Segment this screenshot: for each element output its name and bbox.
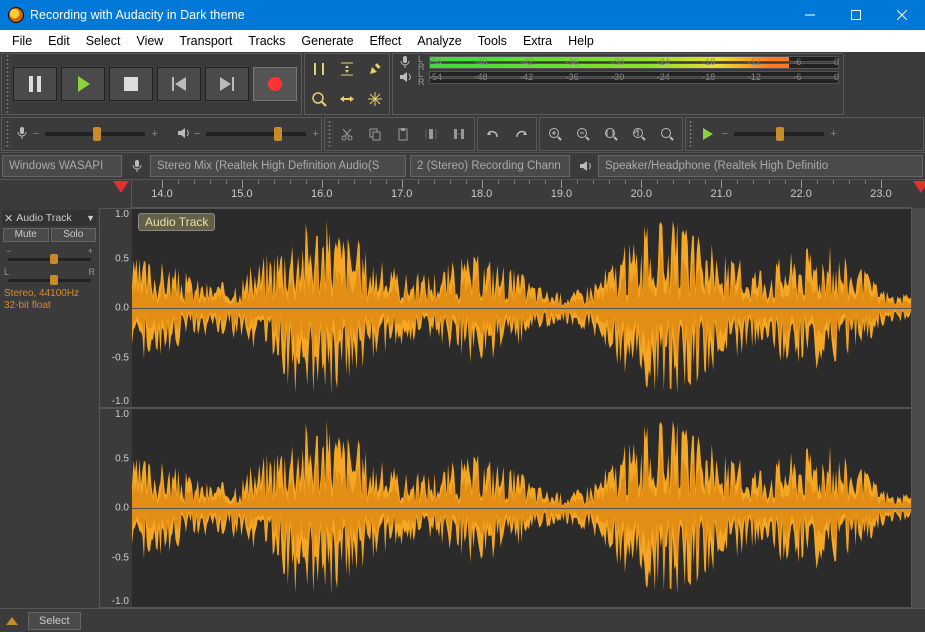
vertical-scrollbar[interactable] — [911, 208, 925, 608]
transcription-toolbar: − + — [685, 117, 924, 151]
stop-button[interactable] — [109, 67, 153, 101]
cut-icon[interactable] — [334, 121, 360, 147]
toolbar-grip[interactable] — [326, 119, 333, 149]
menu-view[interactable]: View — [128, 32, 171, 50]
recording-channels-dropdown[interactable]: 2 (Stereo) Recording Chann — [410, 155, 570, 177]
copy-icon[interactable] — [362, 121, 388, 147]
track-select-button[interactable]: Select — [28, 612, 81, 630]
playback-speed-slider[interactable] — [734, 132, 824, 136]
draw-tool-icon[interactable] — [362, 56, 388, 82]
skip-end-button[interactable] — [205, 67, 249, 101]
recording-device-dropdown[interactable]: Stereo Mix (Realtek High Definition Audi… — [150, 155, 406, 177]
trim-icon[interactable] — [418, 121, 444, 147]
tools-toolbar — [304, 53, 390, 115]
track-control-footer: Select — [0, 608, 925, 632]
play-at-speed-icon[interactable] — [695, 121, 721, 147]
zoom-out-icon[interactable] — [570, 121, 596, 147]
play-button[interactable] — [61, 67, 105, 101]
edit-toolbar — [324, 117, 475, 151]
mic-icon — [15, 126, 29, 143]
waveform-channel-right[interactable] — [132, 408, 911, 608]
pin-left-icon[interactable] — [113, 181, 129, 193]
solo-button[interactable]: Solo — [51, 228, 97, 242]
menu-effect[interactable]: Effect — [362, 32, 410, 50]
menu-bar: FileEditSelectViewTransportTracksGenerat… — [0, 30, 925, 52]
collapse-up-icon[interactable] — [6, 617, 18, 625]
window-title: Recording with Audacity in Dark theme — [30, 8, 787, 22]
fit-selection-icon[interactable] — [598, 121, 624, 147]
toolbar-grip[interactable] — [687, 119, 694, 149]
zoom-toolbar — [539, 117, 683, 151]
track-control-panel[interactable]: ✕ Audio Track ▼ Mute Solo −+ LR Stereo, … — [0, 208, 100, 608]
menu-select[interactable]: Select — [78, 32, 129, 50]
chevron-down-icon[interactable]: ▼ — [86, 213, 95, 223]
timeline-ruler[interactable]: 14.015.016.017.018.019.020.021.022.023.0 — [132, 180, 911, 208]
menu-tracks[interactable]: Tracks — [240, 32, 293, 50]
timeline-row: 14.015.016.017.018.019.020.021.022.023.0 — [0, 180, 925, 208]
pin-right-icon[interactable] — [913, 181, 925, 193]
waveform-column: Audio Track — [132, 208, 911, 608]
vertical-ruler[interactable]: 1.00.50.0-0.5-1.0 1.00.50.0-0.5-1.0 — [100, 208, 132, 608]
menu-edit[interactable]: Edit — [40, 32, 78, 50]
silence-icon[interactable] — [446, 121, 472, 147]
recording-volume-slider[interactable] — [45, 132, 145, 136]
window-titlebar: Recording with Audacity in Dark theme — [0, 0, 925, 30]
speaker-meter-icon[interactable] — [395, 70, 415, 87]
menu-file[interactable]: File — [4, 32, 40, 50]
meters-toolbar: L R -54-48-42-36-30-24-18-12-60 L R -54-… — [392, 53, 844, 115]
toolbar-area: L R -54-48-42-36-30-24-18-12-60 L R -54-… — [0, 52, 925, 152]
mixer-toolbar: − + − + — [1, 117, 322, 151]
speaker-icon — [574, 155, 596, 177]
zoom-tool-icon[interactable] — [306, 86, 332, 112]
transport-toolbar — [1, 53, 302, 115]
tracks-area: ✕ Audio Track ▼ Mute Solo −+ LR Stereo, … — [0, 208, 925, 608]
undo-icon[interactable] — [480, 121, 506, 147]
menu-analyze[interactable]: Analyze — [409, 32, 469, 50]
fit-project-icon[interactable] — [626, 121, 652, 147]
minimize-button[interactable] — [787, 0, 833, 30]
playback-volume-slider[interactable] — [206, 132, 306, 136]
track-pan-slider[interactable] — [8, 279, 91, 282]
undo-toolbar — [477, 117, 537, 151]
mic-icon — [126, 155, 148, 177]
zoom-in-icon[interactable] — [542, 121, 568, 147]
skip-start-button[interactable] — [157, 67, 201, 101]
waveform-channel-left[interactable]: Audio Track — [132, 208, 911, 408]
menu-help[interactable]: Help — [560, 32, 602, 50]
toolbar-grip[interactable] — [4, 55, 11, 113]
playback-meter[interactable]: L R -54-48-42-36-30-24-18-12-60 — [415, 71, 841, 85]
track-format-label: Stereo, 44100Hz 32-bit float — [2, 288, 97, 312]
toolbar-grip[interactable] — [4, 121, 11, 147]
track-gain-slider[interactable] — [8, 258, 91, 261]
recording-meter[interactable]: L R -54-48-42-36-30-24-18-12-60 — [415, 56, 841, 70]
timeshift-tool-icon[interactable] — [334, 86, 360, 112]
menu-generate[interactable]: Generate — [293, 32, 361, 50]
device-toolbar: Windows WASAPI Stereo Mix (Realtek High … — [0, 152, 925, 180]
menu-transport[interactable]: Transport — [171, 32, 240, 50]
audio-host-dropdown[interactable]: Windows WASAPI — [2, 155, 122, 177]
selection-tool-icon[interactable] — [306, 56, 332, 82]
menu-extra[interactable]: Extra — [515, 32, 560, 50]
menu-tools[interactable]: Tools — [470, 32, 515, 50]
pause-button[interactable] — [13, 67, 57, 101]
redo-icon[interactable] — [508, 121, 534, 147]
close-button[interactable] — [879, 0, 925, 30]
multi-tool-icon[interactable] — [362, 86, 388, 112]
record-button[interactable] — [253, 67, 297, 101]
track-close-icon[interactable]: ✕ — [4, 212, 13, 225]
app-icon — [8, 7, 24, 23]
playback-device-dropdown[interactable]: Speaker/Headphone (Realtek High Definiti… — [598, 155, 923, 177]
timeline-left-pad — [0, 180, 132, 208]
track-menu-name[interactable]: Audio Track — [16, 212, 86, 224]
mute-button[interactable]: Mute — [3, 228, 49, 242]
envelope-tool-icon[interactable] — [334, 56, 360, 82]
speaker-icon — [176, 126, 190, 143]
zoom-toggle-icon[interactable] — [654, 121, 680, 147]
maximize-button[interactable] — [833, 0, 879, 30]
clip-name-label[interactable]: Audio Track — [138, 213, 215, 231]
paste-icon[interactable] — [390, 121, 416, 147]
